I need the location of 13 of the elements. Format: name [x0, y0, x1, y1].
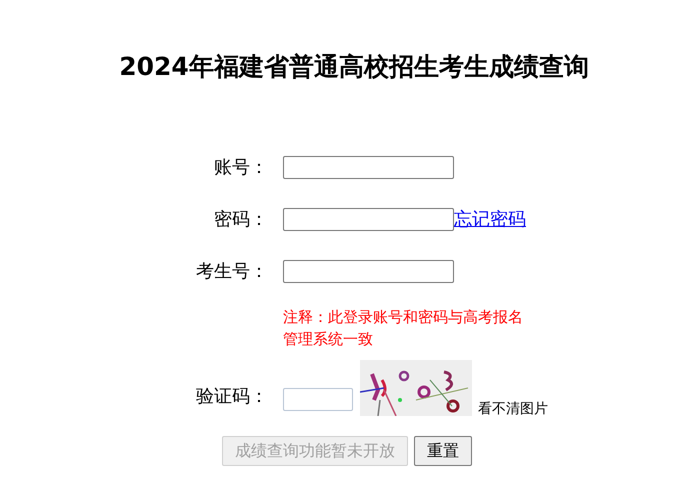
- field-label: 考生号：: [195, 260, 268, 283]
- reset-button[interactable]: 重置: [414, 436, 472, 466]
- input-field[interactable]: [283, 156, 454, 178]
- field-label: 密码：: [213, 208, 268, 231]
- refresh-link[interactable]: 看不清图片: [478, 400, 548, 418]
- captcha-field[interactable]: [283, 388, 353, 411]
- note-text: 注释：此登录账号和密码与高考报名管理系统一致: [283, 307, 524, 350]
- field-label: 账号：: [213, 156, 268, 179]
- page-title: 2024年福建省普通高校招生考生成绩查询: [118, 51, 590, 83]
- forgot-password-link[interactable]: 忘记密码: [454, 207, 526, 231]
- field-label: 验证码：: [195, 385, 268, 408]
- input-field[interactable]: [283, 260, 454, 282]
- input-field[interactable]: [283, 208, 454, 230]
